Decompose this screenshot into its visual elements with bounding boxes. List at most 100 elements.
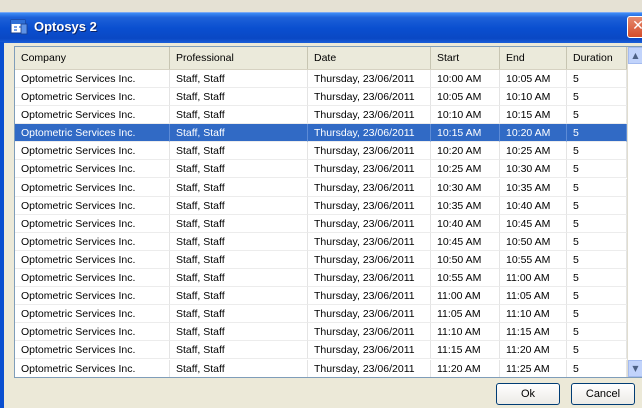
cell-start: 11:10 AM bbox=[431, 323, 500, 342]
table-row[interactable]: Optometric Services Inc. Staff, Staff Thur… bbox=[15, 305, 627, 324]
appointments-table[interactable]: Company Professional Date Start End Duration … bbox=[14, 46, 642, 378]
cell-company: Optometric Services Inc. bbox=[15, 323, 170, 342]
cell-start: 10:05 AM bbox=[431, 88, 500, 107]
cell-start: 10:50 AM bbox=[431, 250, 500, 269]
table-row[interactable]: Optometric Services Inc. Staff, Staff Thur… bbox=[15, 341, 627, 360]
table-row[interactable]: Optometric Services Inc. Staff, Staff Thur… bbox=[15, 250, 627, 269]
close-icon: ✕ bbox=[632, 18, 642, 34]
table-row[interactable]: Optometric Services Inc. Staff, Staff Thur… bbox=[15, 142, 627, 161]
window-title: Optosys 2 bbox=[34, 19, 97, 34]
cell-company: Optometric Services Inc. bbox=[15, 70, 170, 88]
scroll-down-button[interactable]: ▼ bbox=[628, 360, 642, 377]
cell-end: 10:50 AM bbox=[500, 232, 567, 251]
cell-start: 11:15 AM bbox=[431, 341, 500, 360]
calendar-icon bbox=[10, 19, 28, 35]
column-header-duration[interactable]: Duration bbox=[567, 47, 627, 69]
cell-date: Thursday, 23/06/2011 bbox=[308, 250, 431, 269]
cell-end: 11:10 AM bbox=[500, 305, 567, 324]
title-bar[interactable]: Optosys 2 ✕ bbox=[0, 12, 642, 43]
cell-professional: Staff, Staff bbox=[170, 250, 308, 269]
cell-company: Optometric Services Inc. bbox=[15, 305, 170, 324]
background-strip bbox=[0, 0, 642, 12]
column-header-professional[interactable]: Professional bbox=[170, 47, 308, 69]
cell-date: Thursday, 23/06/2011 bbox=[308, 70, 431, 88]
cell-end: 11:20 AM bbox=[500, 341, 567, 360]
table-row[interactable]: Optometric Services Inc. Staff, Staff Thur… bbox=[15, 196, 627, 215]
cell-professional: Staff, Staff bbox=[170, 287, 308, 306]
ok-button[interactable]: Ok bbox=[496, 383, 560, 405]
cell-start: 11:00 AM bbox=[431, 287, 500, 306]
vertical-scrollbar[interactable]: ▲ ▼ bbox=[627, 47, 642, 377]
cell-professional: Staff, Staff bbox=[170, 359, 308, 377]
cell-company: Optometric Services Inc. bbox=[15, 214, 170, 233]
cell-end: 10:15 AM bbox=[500, 106, 567, 125]
close-button[interactable]: ✕ bbox=[627, 16, 642, 38]
table-row[interactable]: Optometric Services Inc. Staff, Staff Thur… bbox=[15, 124, 627, 143]
cell-duration: 5 bbox=[567, 305, 627, 324]
table-row[interactable]: Optometric Services Inc. Staff, Staff Thur… bbox=[15, 323, 627, 342]
table-row[interactable]: Optometric Services Inc. Staff, Staff Thur… bbox=[15, 287, 627, 306]
cell-duration: 5 bbox=[567, 124, 627, 143]
cell-date: Thursday, 23/06/2011 bbox=[308, 269, 431, 288]
cell-duration: 5 bbox=[567, 341, 627, 360]
table-row[interactable]: Optometric Services Inc. Staff, Staff Thur… bbox=[15, 214, 627, 233]
cell-duration: 5 bbox=[567, 88, 627, 107]
cell-professional: Staff, Staff bbox=[170, 124, 308, 143]
table-row[interactable]: Optometric Services Inc. Staff, Staff Thur… bbox=[15, 88, 627, 107]
cell-end: 10:25 AM bbox=[500, 142, 567, 161]
cell-date: Thursday, 23/06/2011 bbox=[308, 232, 431, 251]
cell-duration: 5 bbox=[567, 250, 627, 269]
cell-start: 11:20 AM bbox=[431, 359, 500, 377]
cell-end: 10:35 AM bbox=[500, 178, 567, 197]
column-header-start[interactable]: Start bbox=[431, 47, 500, 69]
column-header-end[interactable]: End bbox=[500, 47, 567, 69]
cell-date: Thursday, 23/06/2011 bbox=[308, 106, 431, 125]
cell-professional: Staff, Staff bbox=[170, 196, 308, 215]
cell-end: 10:30 AM bbox=[500, 160, 567, 179]
cell-company: Optometric Services Inc. bbox=[15, 178, 170, 197]
table-row[interactable]: Optometric Services Inc. Staff, Staff Thur… bbox=[15, 106, 627, 125]
cell-professional: Staff, Staff bbox=[170, 160, 308, 179]
table-row[interactable]: Optometric Services Inc. Staff, Staff Thur… bbox=[15, 160, 627, 179]
cell-date: Thursday, 23/06/2011 bbox=[308, 287, 431, 306]
table-body[interactable]: Optometric Services Inc. Staff, Staff Thur… bbox=[15, 70, 627, 377]
cell-date: Thursday, 23/06/2011 bbox=[308, 124, 431, 143]
chevron-down-icon: ▼ bbox=[632, 364, 639, 373]
cell-professional: Staff, Staff bbox=[170, 178, 308, 197]
table-row[interactable]: Optometric Services Inc. Staff, Staff Thur… bbox=[15, 359, 627, 377]
cell-end: 10:05 AM bbox=[500, 70, 567, 88]
cell-company: Optometric Services Inc. bbox=[15, 196, 170, 215]
cell-date: Thursday, 23/06/2011 bbox=[308, 359, 431, 377]
cell-professional: Staff, Staff bbox=[170, 269, 308, 288]
cell-start: 10:55 AM bbox=[431, 269, 500, 288]
cell-start: 10:10 AM bbox=[431, 106, 500, 125]
cell-date: Thursday, 23/06/2011 bbox=[308, 178, 431, 197]
cell-end: 10:20 AM bbox=[500, 124, 567, 143]
cancel-button[interactable]: Cancel bbox=[571, 383, 635, 405]
cell-duration: 5 bbox=[567, 232, 627, 251]
column-header-company[interactable]: Company bbox=[15, 47, 170, 69]
table-row[interactable]: Optometric Services Inc. Staff, Staff Thur… bbox=[15, 178, 627, 197]
cell-professional: Staff, Staff bbox=[170, 232, 308, 251]
cell-duration: 5 bbox=[567, 106, 627, 125]
cell-company: Optometric Services Inc. bbox=[15, 287, 170, 306]
cell-end: 10:45 AM bbox=[500, 214, 567, 233]
scrollbar-track[interactable] bbox=[628, 64, 642, 360]
cell-start: 11:05 AM bbox=[431, 305, 500, 324]
column-header-date[interactable]: Date bbox=[308, 47, 431, 69]
cell-professional: Staff, Staff bbox=[170, 70, 308, 88]
table-row[interactable]: Optometric Services Inc. Staff, Staff Thur… bbox=[15, 269, 627, 288]
cell-start: 10:40 AM bbox=[431, 214, 500, 233]
cell-date: Thursday, 23/06/2011 bbox=[308, 88, 431, 107]
cell-duration: 5 bbox=[567, 214, 627, 233]
cell-duration: 5 bbox=[567, 160, 627, 179]
cell-date: Thursday, 23/06/2011 bbox=[308, 160, 431, 179]
scroll-up-button[interactable]: ▲ bbox=[628, 47, 642, 64]
table-row[interactable]: Optometric Services Inc. Staff, Staff Thur… bbox=[15, 70, 627, 88]
cell-end: 11:15 AM bbox=[500, 323, 567, 342]
table-row[interactable]: Optometric Services Inc. Staff, Staff Thur… bbox=[15, 232, 627, 251]
cell-duration: 5 bbox=[567, 269, 627, 288]
table-header: Company Professional Date Start End Duration bbox=[15, 47, 627, 70]
cell-professional: Staff, Staff bbox=[170, 305, 308, 324]
cell-date: Thursday, 23/06/2011 bbox=[308, 214, 431, 233]
